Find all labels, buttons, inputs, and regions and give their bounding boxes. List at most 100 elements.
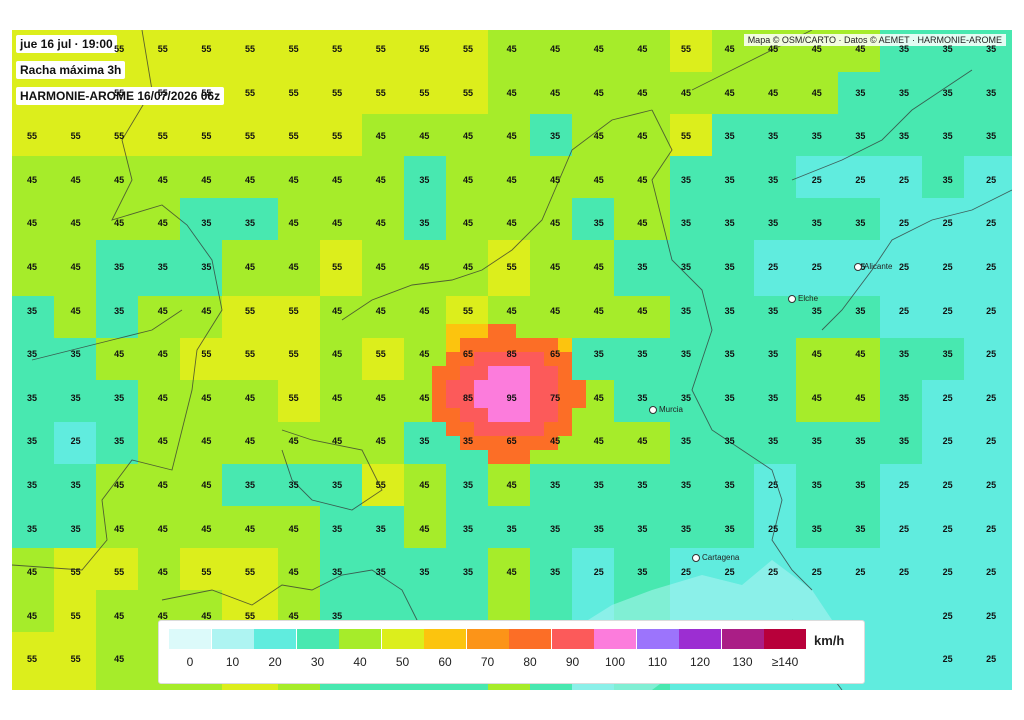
gust-cell xyxy=(446,408,461,423)
city-marker-cartagena[interactable]: Cartagena xyxy=(692,553,739,562)
gust-value-label: 55 xyxy=(288,87,299,98)
weather-map[interactable]: jue 16 jul · 19:00 Racha máxima 3h HARMO… xyxy=(12,30,1012,690)
gust-cell xyxy=(922,128,937,143)
gust-cell xyxy=(614,44,629,59)
city-marker-elche[interactable]: Elche xyxy=(788,294,818,303)
gust-cell xyxy=(992,240,1007,255)
gust-cell xyxy=(320,72,335,87)
gust-cell xyxy=(376,240,391,255)
gust-cell xyxy=(978,156,993,171)
gust-cell xyxy=(656,352,671,367)
gust-cell xyxy=(754,492,769,507)
gust-cell xyxy=(222,464,237,479)
gust-cell xyxy=(880,646,895,661)
gust-cell xyxy=(978,282,993,297)
city-marker-alicante[interactable]: Alicante xyxy=(854,262,892,271)
gust-value-label: 55 xyxy=(201,131,212,142)
gust-cell xyxy=(768,408,783,423)
gust-cell xyxy=(572,604,587,619)
gust-cell xyxy=(460,72,475,87)
gust-cell xyxy=(768,240,783,255)
gust-cell xyxy=(306,142,321,157)
gust-cell xyxy=(152,366,167,381)
gust-cell xyxy=(138,226,153,241)
gust-cell xyxy=(950,72,965,87)
gust-cell xyxy=(740,562,755,577)
gust-cell xyxy=(488,86,503,101)
gust-cell xyxy=(152,240,167,255)
city-marker-murcia[interactable]: Murcia xyxy=(649,405,683,414)
gust-cell xyxy=(1006,380,1012,395)
gust-cell xyxy=(586,464,601,479)
gust-value-label: 45 xyxy=(114,480,125,490)
gust-cell xyxy=(418,534,433,549)
gust-cell xyxy=(264,114,279,129)
gust-cell xyxy=(530,366,545,381)
gust-cell xyxy=(348,352,363,367)
gust-cell xyxy=(306,492,321,507)
gust-cell xyxy=(810,198,825,213)
gust-cell xyxy=(530,492,545,507)
gust-cell xyxy=(278,548,293,563)
gust-cell xyxy=(264,30,279,45)
gust-cell xyxy=(208,30,223,45)
gust-cell xyxy=(964,114,979,129)
gust-cell xyxy=(1006,296,1012,311)
gust-cell xyxy=(544,408,559,423)
gust-cell xyxy=(502,324,517,339)
gust-cell xyxy=(432,534,447,549)
gust-cell xyxy=(362,142,377,157)
gust-cell xyxy=(894,534,909,549)
gust-cell xyxy=(166,30,181,45)
gust-cell xyxy=(110,534,125,549)
gust-cell xyxy=(334,492,349,507)
gust-value-label: 25 xyxy=(811,567,822,578)
gust-cell xyxy=(558,688,573,690)
gust-cell xyxy=(614,534,629,549)
gust-cell xyxy=(390,198,405,213)
gust-cell xyxy=(110,632,125,647)
gust-cell xyxy=(180,44,195,59)
legend-value-label: 30 xyxy=(310,655,325,669)
gust-cell xyxy=(908,548,923,563)
gust-cell xyxy=(1006,142,1012,157)
gust-cell xyxy=(390,380,405,395)
gust-cell xyxy=(502,184,517,199)
gust-cell xyxy=(222,58,237,73)
gust-cell xyxy=(222,450,237,465)
gust-cell xyxy=(558,198,573,213)
gust-cell xyxy=(572,436,587,451)
gust-cell xyxy=(194,324,209,339)
gust-cell xyxy=(684,184,699,199)
gust-cell xyxy=(908,366,923,381)
gust-cell xyxy=(852,72,867,87)
gust-cell xyxy=(68,674,83,689)
gust-cell xyxy=(376,408,391,423)
gust-cell xyxy=(726,534,741,549)
gust-cell xyxy=(656,30,671,45)
gust-cell xyxy=(698,114,713,129)
gust-cell xyxy=(558,72,573,87)
gust-cell xyxy=(1006,44,1012,59)
gust-cell xyxy=(306,30,321,45)
gust-cell xyxy=(992,156,1007,171)
gust-cell xyxy=(684,30,699,45)
gust-cell xyxy=(390,478,405,493)
gust-cell xyxy=(446,324,461,339)
gust-cell xyxy=(544,548,559,563)
gust-value-label: 25 xyxy=(898,218,909,229)
gust-cell xyxy=(614,478,629,493)
gust-cell xyxy=(166,534,181,549)
gust-cell xyxy=(110,422,125,437)
gust-cell xyxy=(376,30,391,45)
gust-cell xyxy=(852,576,867,591)
gust-value-label: 25 xyxy=(986,610,997,621)
gust-cell xyxy=(978,674,993,689)
gust-value-label: 55 xyxy=(462,87,473,98)
gust-cell xyxy=(208,464,223,479)
gust-cell xyxy=(726,114,741,129)
gust-cell xyxy=(810,142,825,157)
gust-cell xyxy=(866,324,881,339)
gust-cell xyxy=(754,114,769,129)
gust-cell xyxy=(866,156,881,171)
